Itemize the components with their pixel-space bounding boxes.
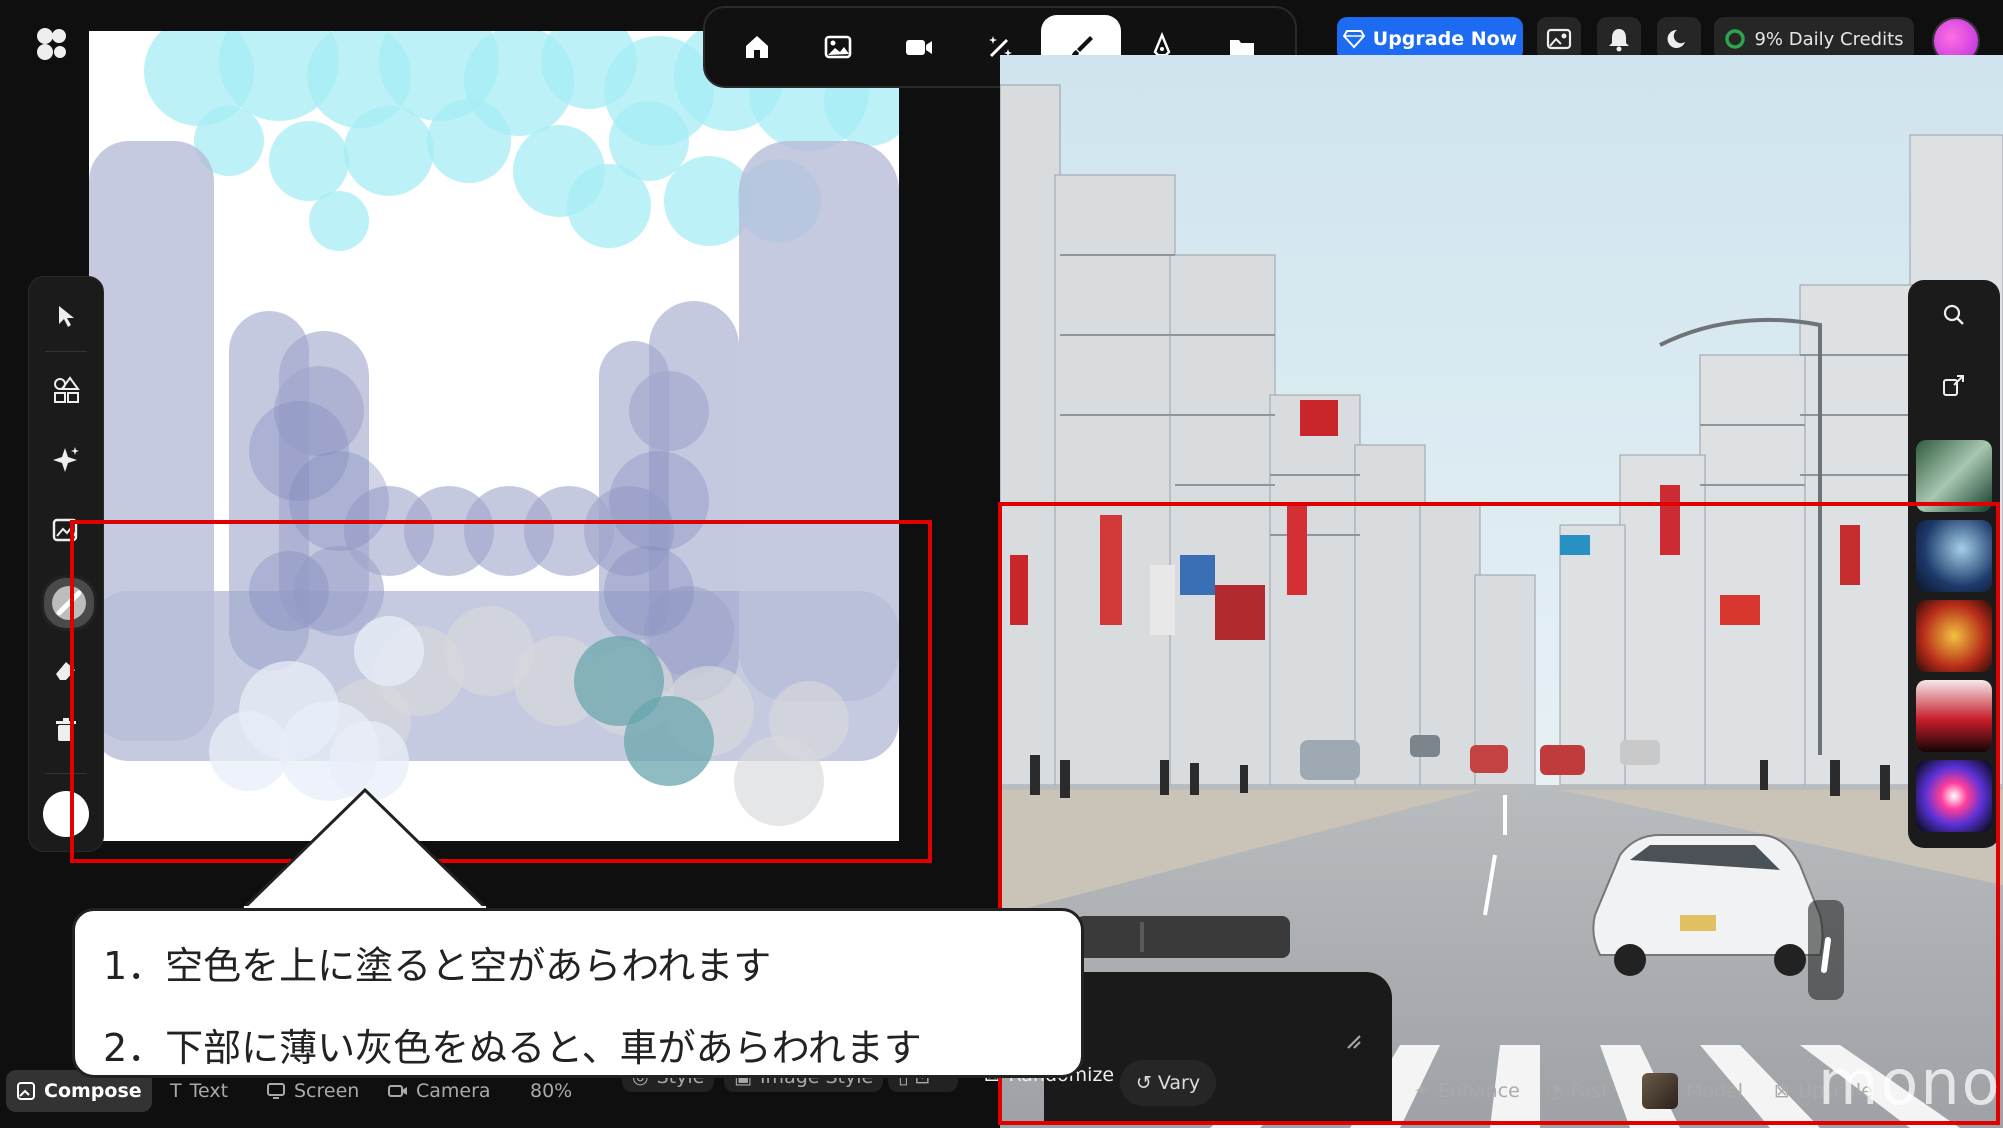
cursor-icon[interactable]	[41, 291, 91, 341]
text-icon: T	[170, 1080, 182, 1102]
compose-icon	[17, 1082, 35, 1100]
callout-pointer	[240, 787, 492, 912]
app-logo-icon[interactable]	[34, 26, 70, 62]
image-icon[interactable]	[798, 15, 878, 79]
upgrade-label: Upgrade Now	[1372, 28, 1518, 50]
screen-label: Screen	[294, 1080, 360, 1102]
diamond-icon	[1342, 30, 1365, 49]
home-icon[interactable]	[717, 15, 797, 79]
camera-label: Camera	[416, 1080, 491, 1102]
progress-ring-icon	[1725, 29, 1746, 49]
monitor-icon	[267, 1083, 285, 1099]
search-icon[interactable]	[1931, 292, 1977, 338]
callout-line-1: 1．空色を上に塗ると空があらわれます	[103, 944, 772, 988]
export-icon[interactable]	[1931, 362, 1977, 408]
sparkle-icon[interactable]	[41, 435, 91, 485]
instruction-callout: 1．空色を上に塗ると空があらわれます 2．下部に薄い灰色をぬると、車があらわれま…	[72, 908, 1084, 1078]
palette-divider	[45, 351, 87, 352]
zoom-label: 80%	[530, 1080, 573, 1102]
watermark-text: mono	[1818, 1046, 2002, 1119]
text-label: Text	[189, 1080, 229, 1102]
camera-icon	[388, 1085, 407, 1097]
video-icon[interactable]	[879, 15, 959, 79]
highlight-box-preview	[998, 502, 2000, 1125]
highlight-box-canvas	[70, 520, 932, 863]
callout-line-2: 2．下部に薄い灰色をぬると、車があらわれます	[103, 1026, 922, 1070]
credits-label: 9% Daily Credits	[1754, 28, 1904, 50]
shapes-icon[interactable]	[41, 365, 91, 415]
compose-label: Compose	[44, 1080, 142, 1102]
